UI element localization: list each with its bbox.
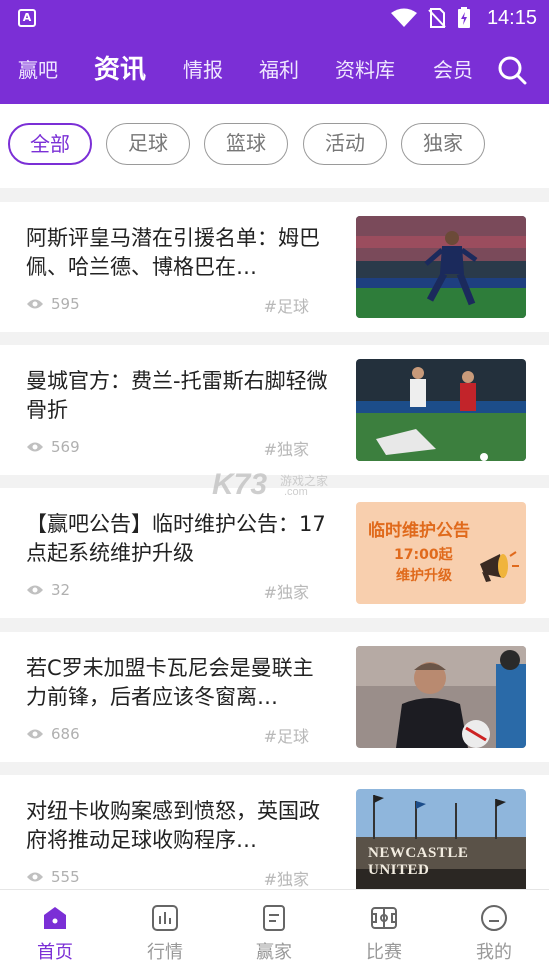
- battery-charging-icon: [457, 7, 470, 28]
- view-count: 569: [26, 436, 80, 458]
- status-bar: A 14:15: [0, 0, 549, 36]
- view-count-value: 32: [51, 581, 71, 599]
- news-tag: #足球: [263, 727, 309, 746]
- filter-chip-events[interactable]: 活动: [303, 123, 387, 165]
- view-count: 32: [26, 579, 70, 601]
- tab-label: 赢家: [256, 942, 292, 963]
- filter-chip-basketball[interactable]: 篮球: [204, 123, 288, 165]
- clock: 14:15: [486, 6, 537, 29]
- tab-home[interactable]: 首页: [0, 890, 110, 977]
- tab-member[interactable]: 会员: [433, 36, 473, 104]
- tab-news[interactable]: 资讯: [94, 36, 146, 104]
- tab-database[interactable]: 资料库: [335, 36, 395, 104]
- no-sim-icon: [428, 8, 446, 28]
- status-icons: 14:15: [390, 6, 537, 30]
- tab-market[interactable]: 行情: [110, 890, 220, 977]
- news-title: 曼城官方：费兰-托雷斯右脚轻微骨折: [26, 369, 328, 422]
- tab-label: 行情: [147, 942, 183, 963]
- bottom-nav: 首页 行情 赢家 比赛 我的: [0, 889, 549, 977]
- profile-icon: [481, 905, 507, 931]
- stadium-sign-text: NEWCASTLE UNITED: [368, 845, 469, 878]
- eye-icon: [27, 299, 43, 309]
- news-tag: #独家: [263, 440, 309, 459]
- app-notification-icon: A: [18, 9, 36, 27]
- maintenance-notice-banner: 临时维护公告 17:00起 维护升级: [356, 502, 526, 604]
- tab-label: 我的: [476, 942, 512, 963]
- news-item[interactable]: 阿斯评皇马潜在引援名单：姆巴佩、哈兰德、博格巴在… 595 #足球: [0, 202, 549, 332]
- view-count: 555: [26, 866, 80, 888]
- eye-icon: [27, 729, 43, 739]
- filter-chip-football[interactable]: 足球: [106, 123, 190, 165]
- tab-label: 比赛: [366, 942, 402, 963]
- news-title: 阿斯评皇马潜在引援名单：姆巴佩、哈兰德、博格巴在…: [26, 226, 320, 279]
- news-tag: #独家: [263, 583, 309, 602]
- view-count-value: 686: [51, 725, 80, 743]
- document-icon: [263, 905, 285, 931]
- news-title: 【赢吧公告】临时维护公告：17点起系统维护升级: [26, 512, 326, 565]
- wifi-icon: [390, 8, 417, 27]
- tab-intel[interactable]: 情报: [183, 36, 223, 104]
- watermark: K73 游戏之家 .com: [212, 468, 328, 502]
- tab-winners[interactable]: 赢家: [219, 890, 329, 977]
- filter-chip-exclusive[interactable]: 独家: [401, 123, 485, 165]
- view-count-value: 569: [51, 438, 80, 456]
- news-tag: #足球: [263, 297, 309, 316]
- news-item[interactable]: 【赢吧公告】临时维护公告：17点起系统维护升级 32 #独家 临时维护公告 17…: [0, 488, 549, 618]
- tab-yingba[interactable]: 赢吧: [18, 36, 58, 104]
- chart-icon: [152, 905, 178, 931]
- megaphone-icon: [480, 551, 519, 582]
- banner-title: 临时维护公告: [368, 521, 470, 541]
- news-title: 若C罗未加盟卡瓦尼会是曼联主力前锋，后者应该冬窗离…: [26, 656, 314, 709]
- watermark-domain: .com: [284, 486, 308, 498]
- news-item[interactable]: 对纽卡收购案感到愤怒，英国政府将推动足球收购程序… 555 #独家 NEWCAS…: [0, 775, 549, 889]
- view-count: 595: [26, 293, 80, 315]
- home-icon: [44, 907, 66, 929]
- search-icon[interactable]: [497, 55, 527, 85]
- news-title: 对纽卡收购案感到愤怒，英国政府将推动足球收购程序…: [26, 799, 320, 852]
- soccer-player-photo: [356, 216, 526, 318]
- soccer-match-photo: [356, 359, 526, 461]
- news-tag: #独家: [263, 870, 309, 889]
- banner-time: 17:00起: [394, 547, 453, 563]
- news-item[interactable]: 若C罗未加盟卡瓦尼会是曼联主力前锋，后者应该冬窗离… 686 #足球: [0, 632, 549, 762]
- tab-welfare[interactable]: 福利: [259, 36, 299, 104]
- watermark-logo: K73: [212, 468, 268, 501]
- view-count: 686: [26, 723, 80, 745]
- stadium-sign-photo: NEWCASTLE UNITED: [356, 789, 526, 889]
- top-nav: 赢吧 资讯 情报 福利 资料库 会员: [0, 36, 549, 104]
- tab-mine[interactable]: 我的: [439, 890, 549, 977]
- eye-icon: [27, 442, 43, 452]
- filter-chip-all[interactable]: 全部: [8, 123, 92, 165]
- coach-photo: [356, 646, 526, 748]
- view-count-value: 595: [51, 295, 80, 313]
- banner-subtitle: 维护升级: [396, 568, 452, 584]
- field-icon: [371, 907, 397, 929]
- view-count-value: 555: [51, 868, 80, 886]
- eye-icon: [27, 585, 43, 595]
- news-item[interactable]: 曼城官方：费兰-托雷斯右脚轻微骨折 569 #独家: [0, 345, 549, 475]
- filter-bar: 全部 足球 篮球 活动 独家: [0, 104, 549, 188]
- tab-label: 首页: [37, 942, 73, 963]
- eye-icon: [27, 872, 43, 882]
- tab-matches[interactable]: 比赛: [329, 890, 439, 977]
